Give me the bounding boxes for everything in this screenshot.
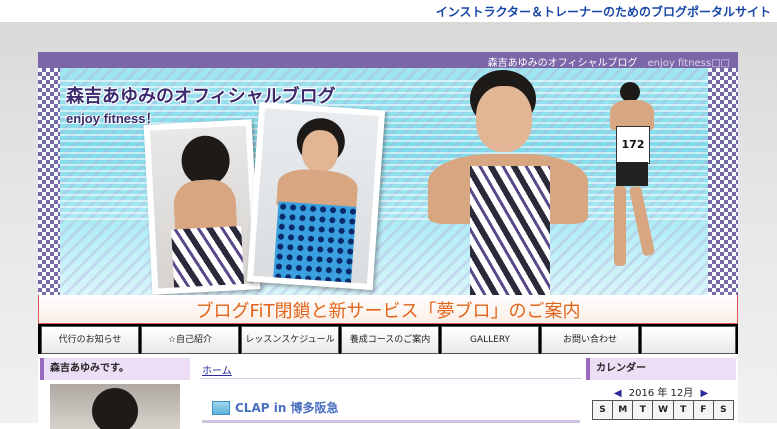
notice-banner-text: ブログFiT閉鎖と新サービス「夢ブロ」のご案内 — [195, 301, 581, 322]
weekday-sat: S — [712, 400, 735, 420]
nav-item-self-introduction[interactable]: ☆自己紹介 — [141, 326, 239, 354]
calendar-month-nav: ◀ 2016 年 12月 ▶ — [586, 384, 736, 399]
folder-icon — [212, 401, 230, 415]
nav-item-lesson-schedule[interactable]: レッスンスケジュール — [241, 326, 339, 354]
checker-border-left — [38, 68, 60, 295]
sidebar-left: 森吉あゆみです。 — [40, 356, 190, 429]
runner-photo: 172 — [598, 82, 668, 282]
halter-dress-bw — [171, 225, 245, 289]
weekday-fri: F — [692, 400, 714, 420]
photo-back-view — [143, 119, 261, 295]
notice-banner[interactable]: ブログFiT閉鎖と新サービス「夢ブロ」のご案内 — [38, 295, 738, 324]
runner-leg-left — [614, 186, 626, 266]
main-content: ホーム CLAP in 博多阪急 — [200, 356, 582, 423]
nav-item-gallery[interactable]: GALLERY — [441, 326, 539, 354]
weekday-mon: M — [612, 400, 634, 420]
face-shape — [476, 86, 532, 152]
weekday-tue: T — [632, 400, 654, 420]
hair-shape — [620, 82, 640, 102]
blog-subtitle: enjoy fitness！ — [66, 111, 159, 126]
photo-front-view — [246, 101, 386, 291]
calendar-weekday-row: S M T W T F S — [591, 400, 735, 420]
nav-item-training-course[interactable]: 養成コースのご案内 — [341, 326, 439, 354]
calendar-grid: S M T W T F S — [591, 400, 735, 420]
breadcrumb-divider — [200, 378, 582, 379]
calendar-prev-icon[interactable]: ◀ — [610, 388, 626, 399]
global-nav: 代行のお知らせ ☆自己紹介 レッスンスケジュール 養成コースのご案内 GALLE… — [38, 324, 738, 354]
post-title[interactable]: CLAP in 博多阪急 — [235, 399, 339, 416]
nav-item-substitute-notice[interactable]: 代行のお知らせ — [41, 326, 139, 354]
ribbon-title: 森吉あゆみのオフィシャルブログ — [487, 58, 638, 69]
header-ribbon: 森吉あゆみのオフィシャルブログ enjoy fitness□□ — [38, 52, 738, 69]
calendar-next-icon[interactable]: ▶ — [696, 388, 712, 399]
breadcrumb-home[interactable]: ホーム — [202, 362, 232, 377]
face-shape — [300, 128, 340, 174]
calendar-heading: カレンダー — [586, 358, 736, 380]
ribbon-text: 森吉あゆみのオフィシャルブログ enjoy fitness□□ — [488, 54, 730, 69]
post-title-bar: CLAP in 博多阪急 — [202, 396, 580, 423]
runner-shorts — [616, 162, 648, 186]
nav-item-blank[interactable] — [641, 326, 736, 354]
profile-heading: 森吉あゆみです。 — [40, 358, 190, 380]
sidebar-right: カレンダー ◀ 2016 年 12月 ▶ S M T W T F S — [586, 356, 736, 423]
blog-header: 森吉あゆみのオフィシャルブログ enjoy fitness□□ 172 森吉あゆ… — [38, 52, 738, 295]
portal-topbar: インストラクター＆トレーナーのためのブログポータルサイト — [0, 0, 777, 22]
main-portrait — [408, 70, 628, 295]
profile-photo — [50, 384, 180, 429]
weekday-sun: S — [591, 400, 614, 420]
blog-title[interactable]: 森吉あゆみのオフィシャルブログ — [66, 82, 336, 108]
portal-tagline-link[interactable]: インストラクター＆トレーナーのためのブログポータルサイト — [436, 3, 771, 20]
nav-item-contact[interactable]: お問い合わせ — [541, 326, 639, 354]
weekday-wed: W — [652, 400, 674, 420]
checker-border-right — [708, 68, 738, 295]
runner-leg-right — [628, 185, 656, 257]
weekday-thu: T — [672, 400, 694, 420]
halter-top-purple — [470, 166, 550, 295]
polka-dot-dress — [272, 201, 357, 284]
calendar-month-label: 2016 年 12月 — [628, 388, 694, 399]
blog-container: 森吉あゆみのオフィシャルブログ enjoy fitness□□ 172 森吉あゆ… — [38, 52, 738, 429]
race-bib: 172 — [616, 126, 650, 164]
